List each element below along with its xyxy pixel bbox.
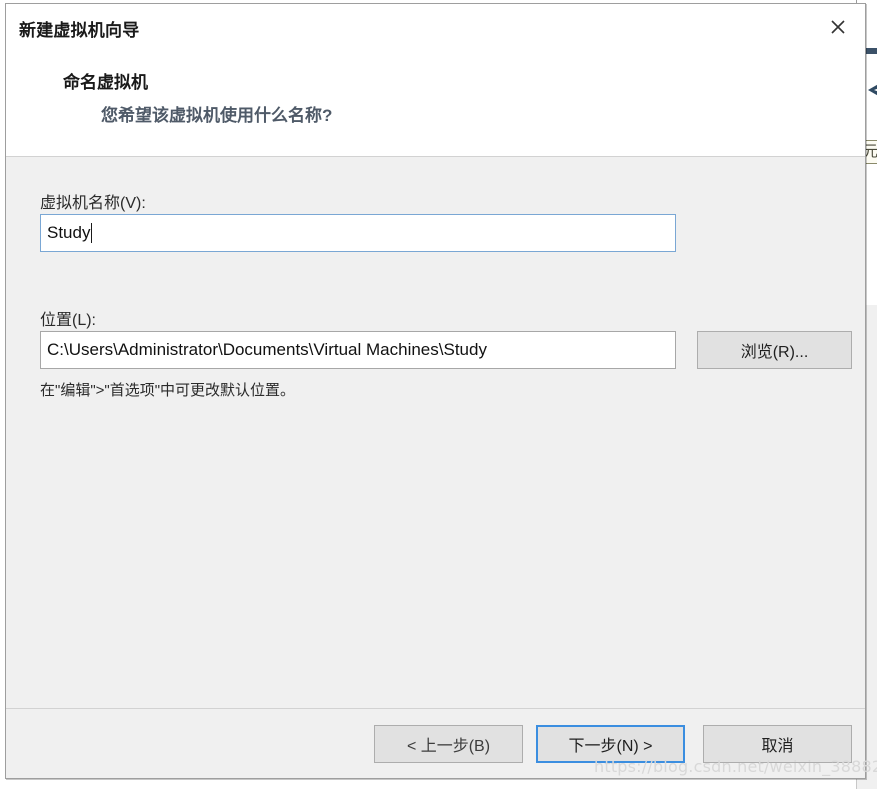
cancel-button[interactable]: 取消 (703, 725, 852, 763)
dialog-header: 命名虚拟机 您希望该虚拟机使用什么名称? (6, 50, 865, 157)
close-icon[interactable] (824, 13, 852, 41)
browse-button[interactable]: 浏览(R)... (697, 331, 852, 369)
location-label: 位置(L): (40, 312, 97, 329)
dialog-titlebar: 新建虚拟机向导 (6, 4, 865, 50)
dialog-title: 新建虚拟机向导 (19, 21, 140, 40)
header-title: 命名虚拟机 (63, 73, 148, 92)
back-button[interactable]: < 上一步(B) (374, 725, 523, 763)
vm-name-value: Study (47, 223, 91, 242)
location-input[interactable]: C:\Users\Administrator\Documents\Virtual… (40, 331, 676, 369)
header-subtitle: 您希望该虚拟机使用什么名称? (101, 106, 333, 125)
next-button[interactable]: 下一步(N) > (536, 725, 685, 763)
new-virtual-machine-wizard-dialog: 新建虚拟机向导 命名虚拟机 您希望该虚拟机使用什么名称? 虚拟机名称(V): S… (5, 3, 866, 779)
location-hint-text: 在"编辑">"首选项"中可更改默认位置。 (40, 382, 296, 399)
location-value: C:\Users\Administrator\Documents\Virtual… (47, 340, 487, 359)
vm-name-label: 虚拟机名称(V): (40, 195, 146, 212)
vm-name-input[interactable]: Study (40, 214, 676, 252)
dialog-footer: < 上一步(B) 下一步(N) > 取消 (6, 709, 865, 778)
dialog-body: 虚拟机名称(V): Study 位置(L): C:\Users\Administ… (6, 157, 865, 709)
text-caret (91, 223, 93, 243)
